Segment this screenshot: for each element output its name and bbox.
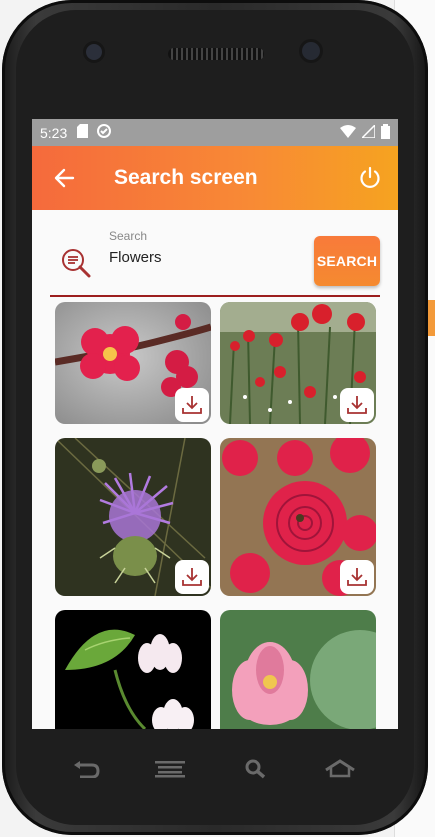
cell-signal-icon bbox=[360, 122, 376, 141]
image-card[interactable] bbox=[55, 302, 211, 424]
download-button[interactable] bbox=[340, 560, 374, 594]
image-pink-lotus bbox=[220, 610, 376, 729]
power-icon bbox=[360, 166, 380, 188]
nav-menu-icon bbox=[155, 761, 185, 778]
download-button[interactable] bbox=[175, 388, 209, 422]
nav-search-button[interactable] bbox=[238, 757, 274, 781]
logout-button[interactable] bbox=[352, 160, 388, 196]
download-button[interactable] bbox=[340, 388, 374, 422]
nav-search-icon bbox=[245, 759, 266, 779]
image-white-lotus bbox=[55, 610, 211, 729]
front-sensor bbox=[86, 44, 102, 60]
image-card[interactable] bbox=[220, 610, 376, 729]
search-input[interactable] bbox=[109, 246, 299, 268]
app-bar: Search screen bbox=[32, 146, 398, 210]
nav-back-icon bbox=[74, 761, 100, 778]
wifi-icon bbox=[340, 124, 356, 141]
status-time: 5:23 bbox=[40, 124, 68, 141]
download-icon bbox=[182, 568, 202, 586]
search-button[interactable]: SEARCH bbox=[314, 236, 380, 286]
status-bar: 5:23 bbox=[32, 119, 398, 146]
download-icon bbox=[347, 396, 367, 414]
image-card[interactable] bbox=[220, 302, 376, 424]
image-card[interactable] bbox=[55, 610, 211, 729]
front-camera bbox=[302, 42, 320, 60]
sd-card-icon bbox=[77, 124, 89, 141]
search-row: Search SEARCH bbox=[32, 210, 398, 298]
search-label: Search bbox=[109, 229, 148, 243]
download-button[interactable] bbox=[175, 560, 209, 594]
download-icon bbox=[347, 568, 367, 586]
back-button[interactable] bbox=[40, 154, 88, 202]
search-document-icon bbox=[60, 247, 92, 279]
speaker-grille bbox=[168, 48, 264, 60]
battery-icon bbox=[381, 123, 390, 142]
sync-icon bbox=[96, 123, 112, 142]
image-card[interactable] bbox=[55, 438, 211, 596]
nav-menu-button[interactable] bbox=[152, 757, 188, 781]
image-card[interactable] bbox=[220, 438, 376, 596]
nav-back-button[interactable] bbox=[68, 757, 104, 781]
search-underline bbox=[50, 295, 380, 297]
page-title: Search screen bbox=[114, 166, 258, 189]
nav-home-button[interactable] bbox=[322, 757, 358, 781]
arrow-left-icon bbox=[54, 168, 75, 188]
desktop-accent bbox=[427, 300, 435, 336]
system-nav-bar bbox=[32, 729, 398, 809]
download-icon bbox=[182, 396, 202, 414]
nav-home-icon bbox=[325, 759, 355, 778]
